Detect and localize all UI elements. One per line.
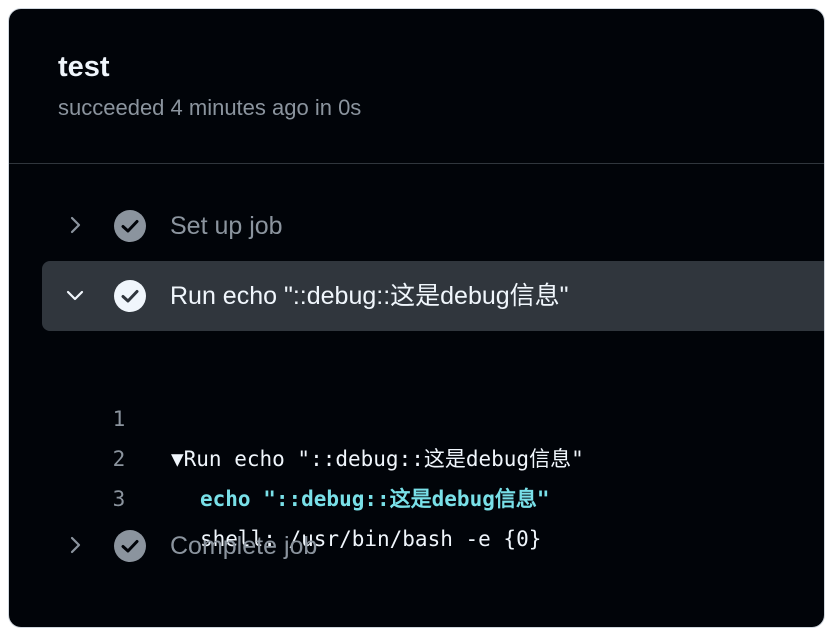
step-label: Set up job xyxy=(170,212,283,240)
check-circle-icon xyxy=(114,280,146,312)
job-log-panel: test succeeded 4 minutes ago in 0s Set u… xyxy=(9,9,824,627)
check-circle-icon xyxy=(114,210,146,242)
log-line: 3 shell: /usr/bin/bash -e {0} xyxy=(9,439,824,551)
job-header: test succeeded 4 minutes ago in 0s xyxy=(9,9,824,164)
log-line: 1 ▼Run echo "::debug::这是debug信息" xyxy=(9,359,824,471)
step-label: Complete job xyxy=(170,532,318,560)
step-label: Run echo "::debug::这是debug信息" xyxy=(170,282,569,310)
step-complete-job[interactable]: Complete job xyxy=(42,511,824,581)
step-set-up-job[interactable]: Set up job xyxy=(42,191,824,261)
chevron-right-icon[interactable] xyxy=(64,534,86,556)
log-line: 2 echo "::debug::这是debug信息" xyxy=(9,399,824,511)
chevron-right-icon[interactable] xyxy=(64,214,86,236)
job-title: test xyxy=(58,51,110,83)
chevron-down-icon[interactable] xyxy=(64,284,86,306)
check-circle-icon xyxy=(114,530,146,562)
step-run-echo[interactable]: Run echo "::debug::这是debug信息" xyxy=(42,261,824,331)
job-status: succeeded 4 minutes ago in 0s xyxy=(58,95,362,120)
